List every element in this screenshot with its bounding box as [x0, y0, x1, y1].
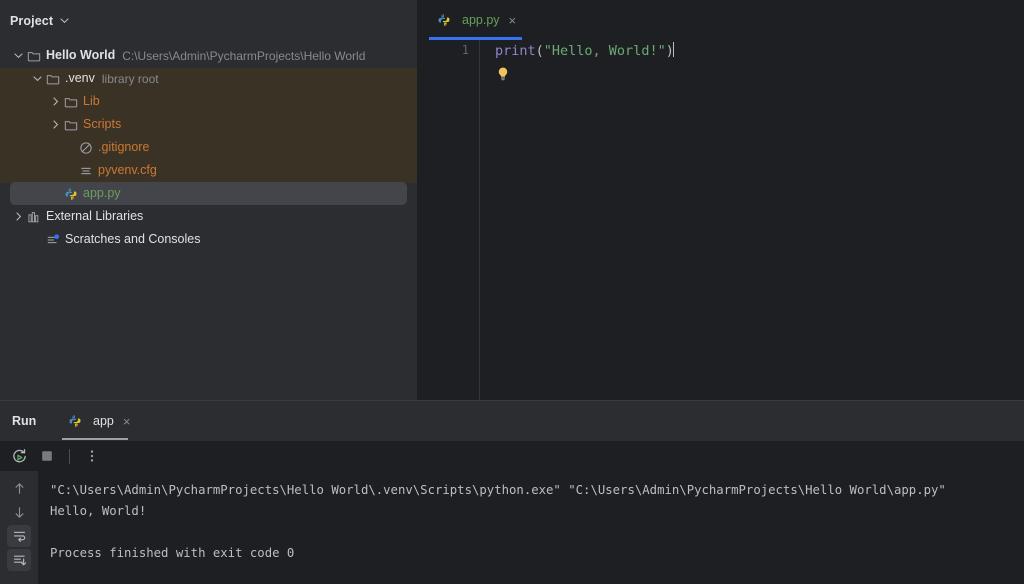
tree-item-annotation: library root	[101, 71, 159, 86]
code-token-open-paren: (	[535, 43, 544, 59]
console-line: Process finished with exit code 0	[50, 546, 295, 560]
library-icon	[27, 210, 41, 224]
tree-item-external-libraries[interactable]: External Libraries	[0, 205, 417, 228]
console-line: Hello, World!	[50, 504, 147, 518]
line-number: 1	[461, 43, 469, 57]
chevron-right-icon[interactable]	[49, 118, 62, 131]
tree-item-label: Scratches and Consoles	[65, 232, 201, 247]
editor-gutter[interactable]: 1	[419, 40, 480, 400]
tree-item-gitignore[interactable]: .gitignore	[0, 136, 417, 159]
active-run-tab-indicator	[62, 438, 128, 440]
tree-item-label: .venv	[65, 71, 95, 86]
text-caret	[672, 42, 674, 57]
close-icon[interactable]: ×	[123, 415, 131, 428]
folder-icon	[27, 49, 41, 63]
tree-item-pyvenv-cfg[interactable]: pyvenv.cfg	[0, 159, 417, 182]
tree-item-label: .gitignore	[98, 140, 150, 155]
python-file-icon	[68, 414, 82, 428]
rerun-button[interactable]	[8, 445, 30, 467]
folder-icon	[64, 95, 78, 109]
config-file-icon	[79, 164, 93, 178]
chevron-down-icon[interactable]	[31, 72, 44, 85]
python-file-icon	[64, 187, 78, 201]
lightbulb-icon[interactable]	[495, 66, 511, 82]
console-wrap: "C:\Users\Admin\PycharmProjects\Hello Wo…	[0, 471, 1024, 584]
folder-icon	[64, 118, 78, 132]
code-token-function: print	[495, 43, 536, 59]
close-icon[interactable]: ×	[509, 14, 517, 27]
console-side-toolbar	[0, 471, 38, 584]
chevron-right-icon[interactable]	[49, 95, 62, 108]
tab-label: app.py	[462, 13, 500, 27]
code-token-string: "Hello, World!"	[543, 43, 666, 59]
console-output[interactable]: "C:\Users\Admin\PycharmProjects\Hello Wo…	[38, 471, 1024, 584]
folder-icon	[46, 72, 60, 86]
chevron-right-icon[interactable]	[12, 210, 25, 223]
project-tool-window: Project Hello World C:\Users\Admin\Pycha…	[0, 0, 417, 400]
tree-item-label: Hello World	[46, 48, 116, 63]
scroll-down-button[interactable]	[7, 501, 31, 523]
tree-item-hello-world[interactable]: Hello World C:\Users\Admin\PycharmProjec…	[0, 44, 417, 67]
code-line-1[interactable]: print("Hello, World!")	[481, 40, 1024, 62]
scroll-up-button[interactable]	[7, 477, 31, 499]
tree-item-label: pyvenv.cfg	[98, 163, 157, 178]
stop-button[interactable]	[36, 445, 58, 467]
tree-item-lib[interactable]: Lib	[0, 90, 417, 113]
run-tab-app[interactable]: app ×	[60, 401, 138, 441]
project-tree: Hello World C:\Users\Admin\PycharmProjec…	[0, 42, 417, 251]
run-tab-label: app	[93, 414, 114, 428]
tree-item-venv[interactable]: .venv library root	[0, 67, 417, 90]
run-tool-window: Run app × "C:\Users\Admin\PycharmProject…	[0, 401, 1024, 584]
chevron-down-icon[interactable]	[12, 49, 25, 62]
run-toolbar	[0, 441, 1024, 471]
tree-item-label: Lib	[83, 94, 100, 109]
more-options-button[interactable]	[81, 445, 103, 467]
scroll-to-end-toggle[interactable]	[7, 549, 31, 571]
tree-item-scripts[interactable]: Scripts	[0, 113, 417, 136]
tab-app-py[interactable]: app.py ×	[429, 0, 526, 40]
project-panel-header[interactable]: Project	[0, 0, 417, 42]
console-line: "C:\Users\Admin\PycharmProjects\Hello Wo…	[50, 483, 946, 497]
scratches-icon	[46, 233, 60, 247]
page-title: Project	[10, 14, 54, 28]
soft-wrap-toggle[interactable]	[7, 525, 31, 547]
python-file-icon	[437, 13, 451, 27]
tree-item-label: app.py	[83, 186, 121, 201]
tree-item-path: C:\Users\Admin\PycharmProjects\Hello Wor…	[122, 48, 366, 63]
gitignore-icon	[79, 141, 93, 155]
run-panel-header: Run app ×	[0, 401, 1024, 441]
toolbar-divider	[69, 448, 70, 464]
run-panel-title: Run	[12, 414, 37, 428]
tree-item-label: External Libraries	[46, 209, 144, 224]
tree-item-scratches-and-consoles[interactable]: Scratches and Consoles	[0, 228, 417, 251]
code-area[interactable]: print("Hello, World!")	[481, 40, 1024, 400]
tree-item-app-py[interactable]: app.py	[0, 182, 417, 205]
pycharm-window: Project Hello World C:\Users\Admin\Pycha…	[0, 0, 1024, 584]
editor-pane: app.py × 1 print("Hello, World!")	[419, 0, 1024, 400]
tree-item-label: Scripts	[83, 117, 122, 132]
editor-tab-bar: app.py ×	[419, 0, 1024, 40]
chevron-down-icon[interactable]	[60, 16, 69, 25]
